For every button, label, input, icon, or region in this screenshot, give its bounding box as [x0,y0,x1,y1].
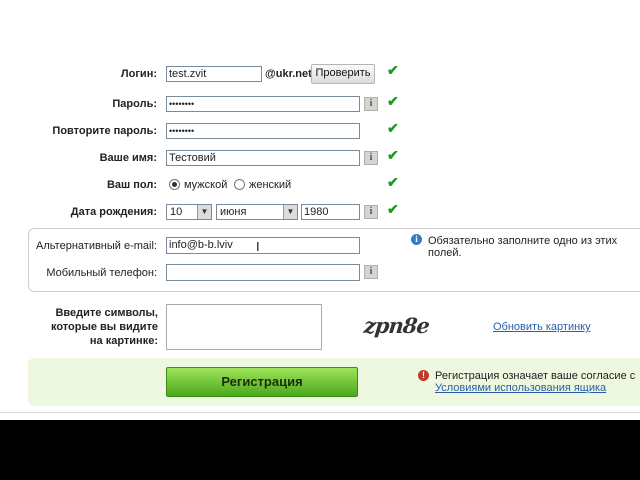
gender-male-label: мужской [184,179,228,191]
captcha-input[interactable] [166,304,322,350]
info-icon: i [411,234,422,245]
footer-divider [0,412,640,413]
check-icon: ✔ [387,120,399,136]
chevron-down-icon[interactable]: ▼ [197,205,211,219]
captcha-image: zpn8e [362,313,431,338]
gender-female-label: женский [249,179,292,191]
birth-month-value: июня [220,206,247,218]
check-icon: ✔ [387,93,399,109]
gender-label: Ваш пол: [106,179,157,191]
login-input[interactable]: test.zvit [166,66,262,82]
mobile-input[interactable] [166,264,360,281]
registration-form: Логин: test.zvit @ukr.net Проверить ✔ Па… [0,0,640,420]
info-icon[interactable]: i [364,97,378,111]
contact-required-hint: Обязательно заполните одно из этих полей… [428,235,618,259]
warning-icon: ! [418,370,429,381]
birthdate-label: Дата рождения: [70,206,157,218]
birth-day-value: 10 [170,206,183,218]
chevron-down-icon[interactable]: ▼ [283,205,297,219]
terms-link[interactable]: Условиями использования ящика [435,382,606,394]
birth-year-input[interactable]: 1980 [301,204,360,220]
password-repeat-input[interactable]: •••••••• [166,123,360,139]
refresh-captcha-link[interactable]: Обновить картинку [493,321,591,333]
name-label: Ваше имя: [99,152,157,164]
alt-email-label: Альтернативный e-mail: [36,240,157,252]
password-input[interactable]: •••••••• [166,96,360,112]
mobile-label: Мобильный телефон: [46,267,157,279]
birth-month-select[interactable]: июня ▼ [216,204,298,220]
captcha-label: Введите символы, которые вы видите на ка… [50,307,158,347]
check-icon: ✔ [387,147,399,163]
info-icon[interactable]: i [364,151,378,165]
birth-day-select[interactable]: 10 ▼ [166,204,212,220]
check-icon: ✔ [387,62,399,78]
text-cursor-icon: I [256,239,260,254]
name-input[interactable]: Тестовий [166,150,360,166]
alt-email-input[interactable]: info@b-b.lviv [166,237,360,254]
login-domain: @ukr.net [265,68,312,80]
gender-male-radio[interactable] [169,179,180,190]
info-icon[interactable]: i [364,205,378,219]
login-label: Логин: [120,68,157,80]
check-login-button[interactable]: Проверить [311,64,375,84]
gender-female-radio[interactable] [234,179,245,190]
info-icon[interactable]: i [364,265,378,279]
check-icon: ✔ [387,201,399,217]
check-icon: ✔ [387,174,399,190]
password-label: Пароль: [112,98,157,110]
register-button[interactable]: Регистрация [166,367,358,397]
register-notice: Регистрация означает ваше согласие с [435,370,636,382]
password-repeat-label: Повторите пароль: [52,125,157,137]
